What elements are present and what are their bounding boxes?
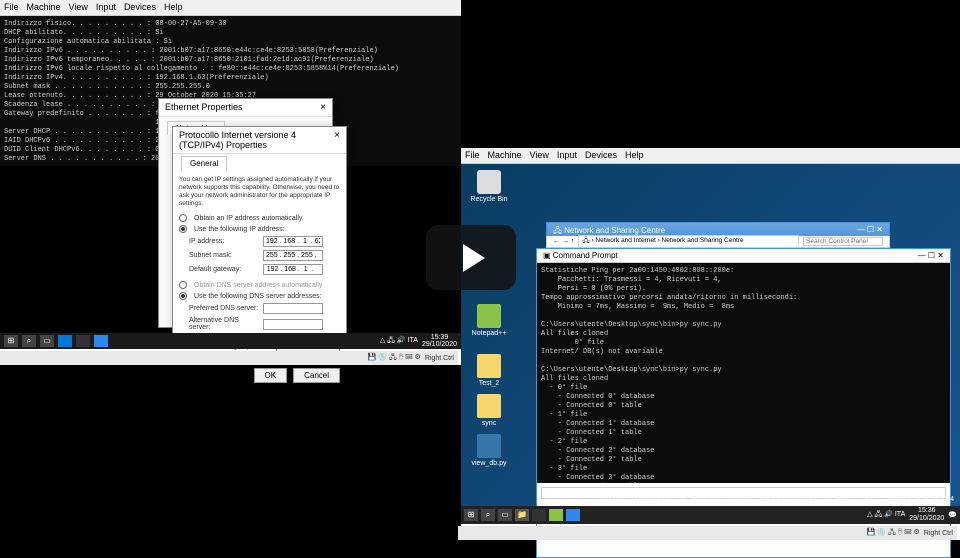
- menu-devices[interactable]: Devices: [585, 150, 617, 161]
- host-key-indicator: Right Ctrl: [924, 530, 953, 537]
- menu-file[interactable]: File: [465, 150, 480, 161]
- taskbar-right[interactable]: ⊞ ⌕ ▭ 📁 △ 🖧 🔊 ITA 15:3629/10/2020 💬: [461, 506, 960, 524]
- menu-machine[interactable]: Machine: [27, 2, 61, 13]
- window-controls[interactable]: — ☐ ✕: [918, 251, 944, 260]
- vm-menubar-left: File Machine View Input Devices Help: [0, 0, 461, 16]
- recycle-bin-icon[interactable]: Recycle Bin: [469, 170, 509, 203]
- host-key-indicator: Right Ctrl: [425, 355, 454, 362]
- cmd-taskbar-icon[interactable]: [76, 335, 90, 347]
- folder-test2-icon[interactable]: Test_2: [469, 354, 509, 387]
- menu-input[interactable]: Input: [557, 150, 577, 161]
- settings-taskbar-icon[interactable]: [94, 335, 108, 347]
- breadcrumb[interactable]: ← → ↑🖧 › Network and Internet › Network …: [546, 236, 890, 248]
- start-button[interactable]: ⊞: [464, 509, 478, 521]
- menu-input[interactable]: Input: [96, 2, 116, 13]
- vm-statusbar-left: 💾 💿 🖧 🖱 ⌨ ⚙ Right Ctrl: [0, 351, 458, 365]
- ipv4-description: You can get IP settings assigned automat…: [179, 176, 340, 208]
- menu-help[interactable]: Help: [164, 2, 183, 13]
- windows-watermark: Windows 10 Enterprise LTSC Evaluation Wi…: [598, 495, 954, 504]
- explorer-taskbar-icon[interactable]: 📁: [515, 509, 529, 521]
- tray-icons[interactable]: △ 🖧 🔊 ITA: [867, 510, 905, 521]
- taskview-icon[interactable]: ▭: [40, 335, 54, 347]
- vm-window-left: File Machine View Input Devices Help Ind…: [0, 0, 461, 365]
- vm-statusbar-right: 💾 💿 🖧 🖱 ⌨ ⚙ Right Ctrl: [458, 526, 957, 540]
- radio-obtain-ip-auto[interactable]: [179, 214, 187, 222]
- viewdb-py-icon[interactable]: view_db.py: [469, 434, 509, 467]
- menu-help[interactable]: Help: [625, 150, 644, 161]
- menu-devices[interactable]: Devices: [124, 2, 156, 13]
- close-icon[interactable]: ×: [320, 102, 326, 113]
- radio-obtain-dns-auto[interactable]: [179, 281, 187, 289]
- tray-icons[interactable]: △ 🖧 🔊 ITA: [380, 336, 418, 347]
- radio-use-ip[interactable]: [179, 225, 187, 233]
- taskbar-left[interactable]: ⊞ ⌕ ▭ △ 🖧 🔊 ITA 15:3929/10/2020: [0, 333, 461, 349]
- video-play-button[interactable]: [426, 225, 516, 290]
- taskview-icon[interactable]: ▭: [498, 509, 512, 521]
- ipv4-title: Protocollo Internet versione 4 (TCP/IPv4…: [179, 130, 334, 150]
- alternative-dns-field[interactable]: [263, 319, 323, 330]
- ipv4-properties-dialog[interactable]: Protocollo Internet versione 4 (TCP/IPv4…: [172, 126, 347, 336]
- subnet-mask-field[interactable]: [263, 250, 323, 261]
- guest-desktop-left: Indirizzo fisico. . . . . . . . . : 08-0…: [0, 16, 461, 349]
- gateway-field[interactable]: [263, 264, 323, 275]
- menu-file[interactable]: File: [4, 2, 19, 13]
- vm-menubar-right: File Machine View Input Devices Help: [461, 148, 960, 164]
- explorer-icon[interactable]: [58, 335, 72, 347]
- start-button[interactable]: ⊞: [4, 335, 18, 347]
- radio-use-dns[interactable]: [179, 292, 187, 300]
- ip-address-field[interactable]: [263, 236, 323, 247]
- cancel-button[interactable]: Cancel: [293, 368, 340, 383]
- notepad-icon[interactable]: Notepad++: [469, 304, 509, 337]
- ethernet-title: Ethernet Properties: [165, 102, 243, 113]
- menu-machine[interactable]: Machine: [488, 150, 522, 161]
- preferred-dns-field[interactable]: [263, 303, 323, 314]
- close-icon[interactable]: ×: [334, 130, 340, 150]
- tab-general[interactable]: General: [181, 156, 227, 170]
- notepad-taskbar-icon[interactable]: [549, 509, 563, 521]
- search-icon[interactable]: ⌕: [481, 509, 495, 521]
- vm-window-right: File Machine View Input Devices Help Rec…: [461, 148, 960, 540]
- cmd-taskbar-icon[interactable]: [532, 509, 546, 521]
- menu-view[interactable]: View: [69, 2, 88, 13]
- cmd-output: Statistiche Ping per 2a00:1450:4002:808:…: [537, 263, 950, 483]
- menu-view[interactable]: View: [530, 150, 549, 161]
- folder-sync-icon[interactable]: sync: [469, 394, 509, 427]
- search-input[interactable]: [803, 237, 883, 246]
- ok-button[interactable]: OK: [254, 368, 288, 383]
- guest-desktop-right: Recycle Bin Notepad++ Test_2 sync view_d…: [461, 164, 960, 524]
- control-panel-taskbar-icon[interactable]: [566, 509, 580, 521]
- search-icon[interactable]: ⌕: [22, 335, 36, 347]
